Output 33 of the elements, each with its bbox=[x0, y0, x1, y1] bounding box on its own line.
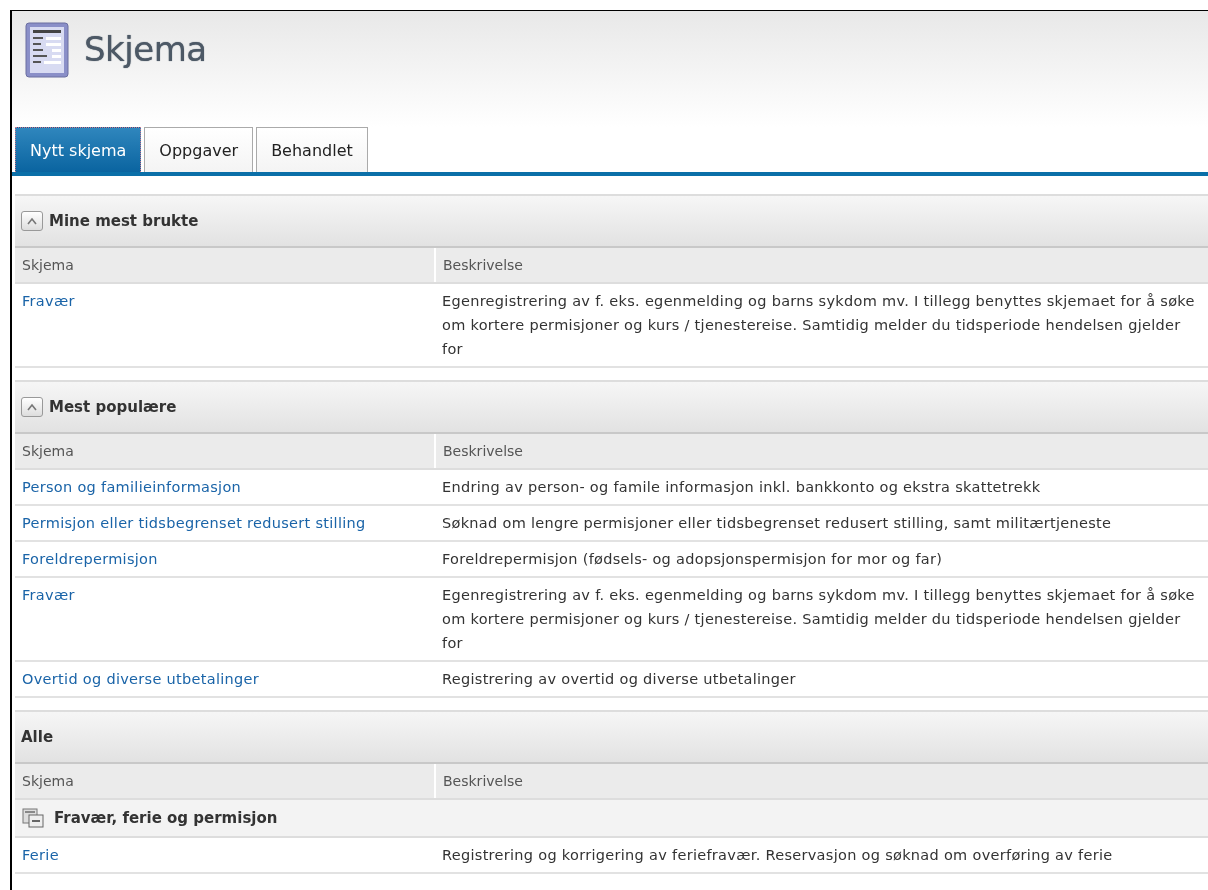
description-cell: Søknad om lengre permisjoner eller tidsbegrenset redusert stilling, samt militærtjeneste bbox=[435, 505, 1208, 541]
description-cell: Registrering og korrigering av feriefravær. Reservasjon og søknad om overføring av ferie bbox=[435, 837, 1208, 873]
form-link[interactable]: Fravær bbox=[22, 293, 75, 309]
section-title: Alle bbox=[21, 728, 54, 746]
tab[interactable]: Behandlet bbox=[256, 127, 368, 172]
caret-icon bbox=[26, 403, 38, 411]
description-cell: Foreldrepermisjon (fødsels- og adopsjonspermisjon for mor og far) bbox=[435, 541, 1208, 577]
description-cell: Endring av person- og famile informasjon inkl. bankkonto og ekstra skattetrekk bbox=[435, 469, 1208, 505]
form-link[interactable]: Permisjon eller tidsbegrenset redusert stilling bbox=[22, 515, 366, 531]
form-link[interactable]: Foreldrepermisjon bbox=[22, 551, 158, 567]
section-title: Mine mest brukte bbox=[49, 212, 199, 230]
form-icon bbox=[24, 21, 72, 79]
column-header: Skjema bbox=[15, 248, 435, 283]
page-title: Skjema bbox=[84, 29, 207, 69]
group-row[interactable]: Fravær, ferie og permisjon bbox=[15, 799, 1208, 837]
column-header: Beskrivelse bbox=[435, 764, 1208, 799]
form-link[interactable]: Person og familieinformasjon bbox=[22, 479, 242, 495]
tab[interactable]: Oppgaver bbox=[144, 127, 254, 172]
form-link[interactable]: Ferie bbox=[22, 847, 59, 863]
description-cell: Registrering av overtid og diverse utbetalinger bbox=[435, 661, 1208, 697]
section-title: Mest populære bbox=[49, 398, 177, 416]
column-header: Beskrivelse bbox=[435, 248, 1208, 283]
description-cell: Egenregistrering av f. eks. egenmelding og barns sykdom mv. I tillegg benyttes skjemaet for å søke om kortere permisjoner og kurs / tjenestereise. Samtidig melder du tidsperiode hendelsen gjelder for bbox=[435, 577, 1208, 661]
description-cell: Egenregistrering av f. eks. egenmelding og barns sykdom mv. I tillegg benyttes skjemaet for å søke om kortere permisjoner og kurs / tjenestereise. Samtidig melder du tidsperiode hendelsen gjelder for bbox=[435, 283, 1208, 367]
tab[interactable]: Nytt skjema bbox=[15, 127, 142, 172]
column-header: Skjema bbox=[15, 434, 435, 469]
column-header: Beskrivelse bbox=[435, 434, 1208, 469]
collapse-toggle[interactable] bbox=[21, 397, 43, 417]
column-header: Skjema bbox=[15, 764, 435, 799]
caret-icon bbox=[26, 217, 38, 225]
collapse-toggle[interactable] bbox=[21, 211, 43, 231]
form-link[interactable]: Fravær bbox=[22, 587, 75, 603]
form-link[interactable]: Overtid og diverse utbetalinger bbox=[22, 671, 260, 687]
